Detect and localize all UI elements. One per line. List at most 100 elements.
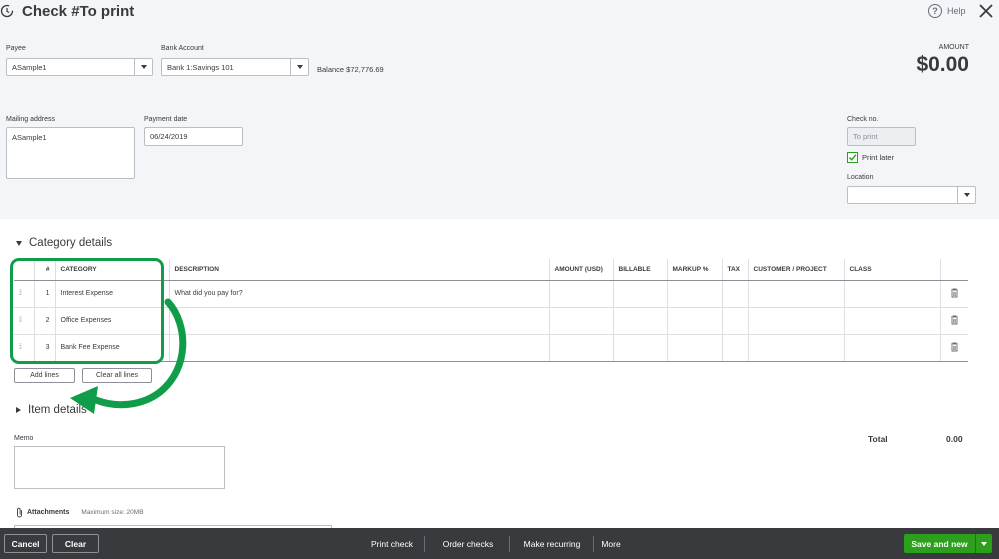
row-category[interactable]: Interest Expense (54, 280, 169, 308)
row-number: 1 (33, 280, 55, 308)
row-category[interactable]: Bank Fee Expense (54, 334, 169, 362)
save-and-new-button[interactable]: Save and new (904, 534, 992, 553)
total-value: 0.00 (946, 434, 963, 444)
drag-handle-icon[interactable]: ⁞⁞ (14, 334, 34, 362)
row-tax[interactable] (721, 307, 748, 335)
chevron-down-icon[interactable] (290, 59, 308, 75)
row-customer-project[interactable] (747, 334, 844, 362)
check-no-field: To print (847, 127, 916, 146)
chevron-down-icon[interactable] (134, 59, 152, 75)
mailing-address-field[interactable]: ASample1 (6, 127, 135, 179)
attachments-section[interactable]: Attachments Maximum size: 20MB (16, 507, 144, 518)
memo-label: Memo (14, 435, 34, 442)
memo-field[interactable] (14, 446, 225, 489)
help-label: Help (947, 6, 966, 16)
more-button[interactable]: More (598, 535, 624, 552)
row-tax[interactable] (721, 334, 748, 362)
col-customer-project: CUSTOMER / PROJECT (747, 259, 844, 281)
check-no-label: Check no. (847, 116, 879, 123)
row-customer-project[interactable] (747, 307, 844, 335)
col-description: DESCRIPTION (168, 259, 549, 281)
print-later-label: Print later (862, 153, 895, 162)
page-title: Check #To print (22, 3, 135, 20)
attachments-label: Attachments (27, 509, 70, 516)
save-and-new-label[interactable]: Save and new (904, 534, 975, 553)
col-markup: MARKUP % (666, 259, 722, 281)
row-billable[interactable] (612, 280, 667, 308)
total-label: Total (868, 434, 888, 444)
col-number: # (33, 259, 55, 281)
category-details-toggle[interactable]: Category details (16, 237, 112, 249)
row-markup[interactable] (666, 280, 722, 308)
footer-divider (593, 536, 594, 552)
trash-icon[interactable] (939, 334, 968, 362)
table-row[interactable]: ⁞⁞ 1 Interest Expense What did you pay f… (14, 280, 968, 308)
make-recurring-button[interactable]: Make recurring (516, 535, 588, 552)
close-icon[interactable] (977, 2, 995, 20)
drag-handle-icon[interactable]: ⁞⁞ (14, 307, 34, 335)
clear-button[interactable]: Clear (52, 534, 99, 553)
row-number: 2 (33, 307, 55, 335)
location-select[interactable] (847, 186, 976, 204)
row-description[interactable]: What did you pay for? (168, 280, 549, 308)
bank-account-value: Bank 1:Savings 101 (167, 62, 234, 72)
bank-balance: Balance $72,776.69 (317, 65, 384, 74)
row-class[interactable] (843, 307, 940, 335)
order-checks-button[interactable]: Order checks (432, 535, 504, 552)
add-lines-button[interactable]: Add lines (14, 368, 75, 383)
row-description[interactable] (168, 307, 549, 335)
category-details-title: Category details (29, 237, 113, 249)
trash-icon[interactable] (939, 307, 968, 335)
footer-divider (424, 536, 425, 552)
row-billable[interactable] (612, 334, 667, 362)
amount-label: AMOUNT (938, 44, 969, 51)
help-icon: ? (928, 4, 942, 18)
chevron-down-icon[interactable] (975, 534, 992, 553)
print-check-button[interactable]: Print check (362, 535, 422, 552)
paperclip-icon (17, 507, 22, 518)
table-row[interactable]: ⁞⁞ 2 Office Expenses (14, 307, 968, 335)
row-markup[interactable] (666, 334, 722, 362)
item-details-toggle[interactable]: Item details (16, 404, 87, 416)
clear-all-lines-button[interactable]: Clear all lines (82, 368, 152, 383)
payee-label: Payee (6, 45, 26, 52)
chevron-down-icon[interactable] (957, 187, 975, 203)
row-description[interactable] (168, 334, 549, 362)
payment-date-field[interactable]: 06/24/2019 (144, 127, 243, 146)
row-markup[interactable] (666, 307, 722, 335)
print-later-checkbox[interactable] (847, 152, 858, 163)
col-class: CLASS (843, 259, 940, 281)
help-button[interactable]: ? Help (928, 4, 966, 18)
row-customer-project[interactable] (747, 280, 844, 308)
cancel-button[interactable]: Cancel (4, 534, 47, 553)
mailing-address-label: Mailing address (6, 116, 56, 123)
table-row[interactable]: ⁞⁞ 3 Bank Fee Expense (14, 334, 968, 362)
location-label: Location (847, 174, 874, 181)
col-category: CATEGORY (54, 259, 169, 281)
row-billable[interactable] (612, 307, 667, 335)
payee-select[interactable]: ASample1 (6, 58, 153, 76)
amount-value: $0.00 (916, 53, 969, 76)
col-actions (939, 259, 968, 281)
row-class[interactable] (843, 334, 940, 362)
location-value (848, 187, 957, 203)
bank-account-label: Bank Account (161, 45, 204, 52)
expand-triangle-icon (16, 407, 21, 413)
footer-divider (509, 536, 510, 552)
row-category[interactable]: Office Expenses (54, 307, 169, 335)
payment-date-label: Payment date (144, 116, 188, 123)
row-tax[interactable] (721, 280, 748, 308)
bank-account-select[interactable]: Bank 1:Savings 101 (161, 58, 309, 76)
row-amount[interactable] (548, 280, 613, 308)
row-amount[interactable] (548, 307, 613, 335)
payee-value: ASample1 (12, 62, 47, 72)
col-amount: AMOUNT (USD) (548, 259, 613, 281)
trash-icon[interactable] (939, 280, 968, 308)
print-later-toggle[interactable]: Print later (847, 152, 894, 163)
attachments-max-size: Maximum size: 20MB (81, 509, 144, 516)
item-details-title: Item details (28, 404, 87, 416)
history-icon[interactable] (0, 4, 14, 18)
row-class[interactable] (843, 280, 940, 308)
row-amount[interactable] (548, 334, 613, 362)
drag-handle-icon[interactable]: ⁞⁞ (14, 280, 34, 308)
